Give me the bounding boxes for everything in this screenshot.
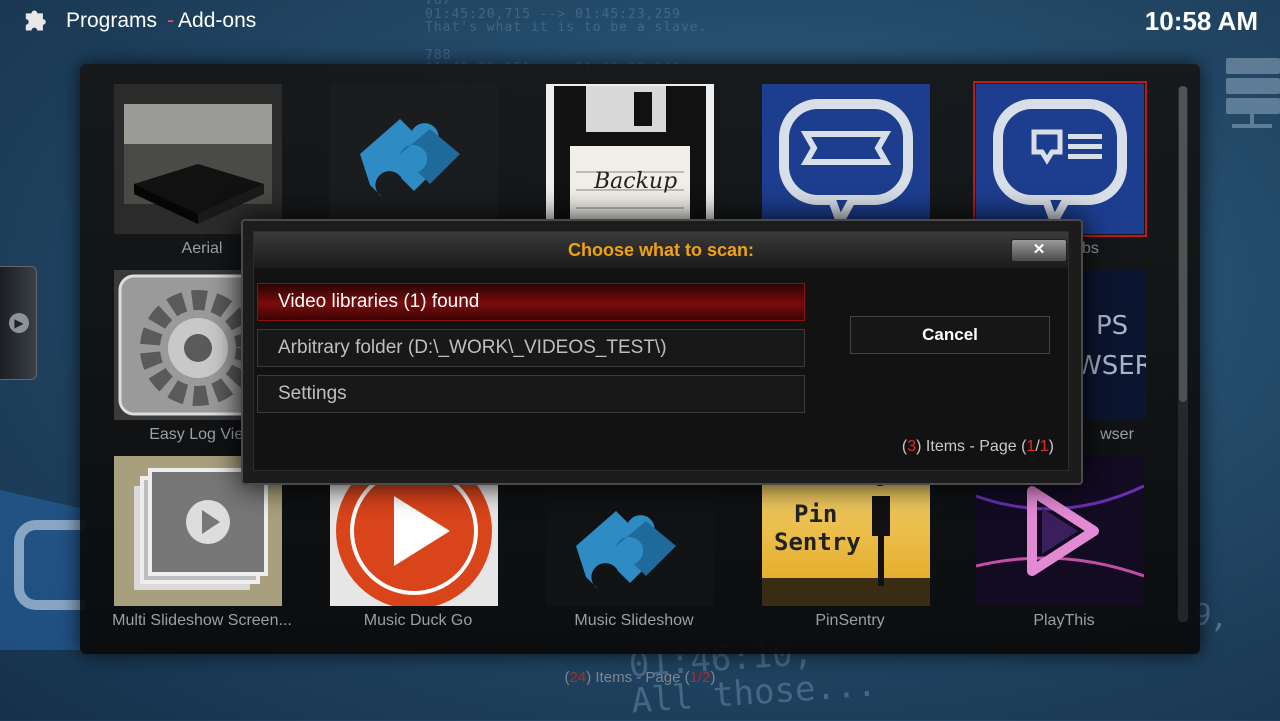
dialog-page-total: 1 xyxy=(1039,438,1049,455)
dialog-item-count: (3) Items - Page (1/1) xyxy=(901,438,1054,455)
pin-text: Pin xyxy=(794,500,837,528)
cancel-button[interactable]: Cancel xyxy=(850,316,1050,354)
sentry-text: Sentry xyxy=(774,528,861,556)
chevron-right-icon: ▶ xyxy=(9,313,29,333)
addon-label: Music Duck Go xyxy=(363,612,473,629)
option-settings[interactable]: Settings xyxy=(257,375,805,413)
map-text-ps: PS xyxy=(1096,311,1128,341)
floppy-backup-icon: Backup xyxy=(546,84,714,234)
puzzle-piece-icon xyxy=(330,84,498,234)
dialog-count-value: 3 xyxy=(907,438,917,455)
option-arbitrary-folder[interactable]: Arbitrary folder (D:\_WORK\_VIDEOS_TEST\… xyxy=(257,329,805,367)
grid-page-value: 1/2 xyxy=(689,669,711,686)
grid-count-value: 24 xyxy=(569,669,587,686)
top-header: Programs - Add-ons 10:58 AM xyxy=(0,0,1280,44)
breadcrumb: Programs - Add-ons xyxy=(66,9,256,33)
grid-scrollbar[interactable] xyxy=(1178,86,1188,622)
map-text-wser: WSER xyxy=(1076,351,1146,381)
addon-label: PlayThis xyxy=(1033,612,1095,629)
speech-bubble-banner-icon xyxy=(762,84,930,234)
addon-label: Music Slideshow xyxy=(574,612,694,629)
dialog-heading: Choose what to scan: xyxy=(254,232,1068,268)
addon-label: Multi Slideshow Screen... xyxy=(112,612,292,629)
clock: 10:58 AM xyxy=(1144,6,1258,36)
backup-text: Backup xyxy=(593,169,677,194)
option-video-libraries[interactable]: Video libraries (1) found xyxy=(257,283,805,321)
dialog-page-current: 1 xyxy=(1026,438,1036,455)
breadcrumb-section[interactable]: Programs xyxy=(66,9,157,32)
scan-dialog: Choose what to scan: ✕ Video libraries (… xyxy=(241,219,1083,485)
speech-bubble-list-icon xyxy=(973,81,1147,237)
dialog-count-label: Items - Page xyxy=(925,438,1017,455)
apple-tv-icon xyxy=(114,84,282,234)
breadcrumb-separator: - xyxy=(167,9,175,32)
scan-dialog-body: Choose what to scan: ✕ Video libraries (… xyxy=(253,231,1069,471)
world-map-icon: PS WSER xyxy=(1076,270,1146,420)
grid-item-count: (24) Items - Page (1/2) xyxy=(564,669,716,686)
grid-count-label: Items - Page xyxy=(595,669,681,686)
breadcrumb-subsection: Add-ons xyxy=(178,9,257,32)
background-logo-fragment xyxy=(0,490,85,650)
side-menu-tab[interactable]: ▶ xyxy=(0,266,37,380)
addon-label: PinSentry xyxy=(815,612,885,629)
close-button[interactable]: ✕ xyxy=(1011,239,1067,262)
server-icon xyxy=(1226,58,1280,128)
addons-puzzle-icon xyxy=(25,10,46,31)
